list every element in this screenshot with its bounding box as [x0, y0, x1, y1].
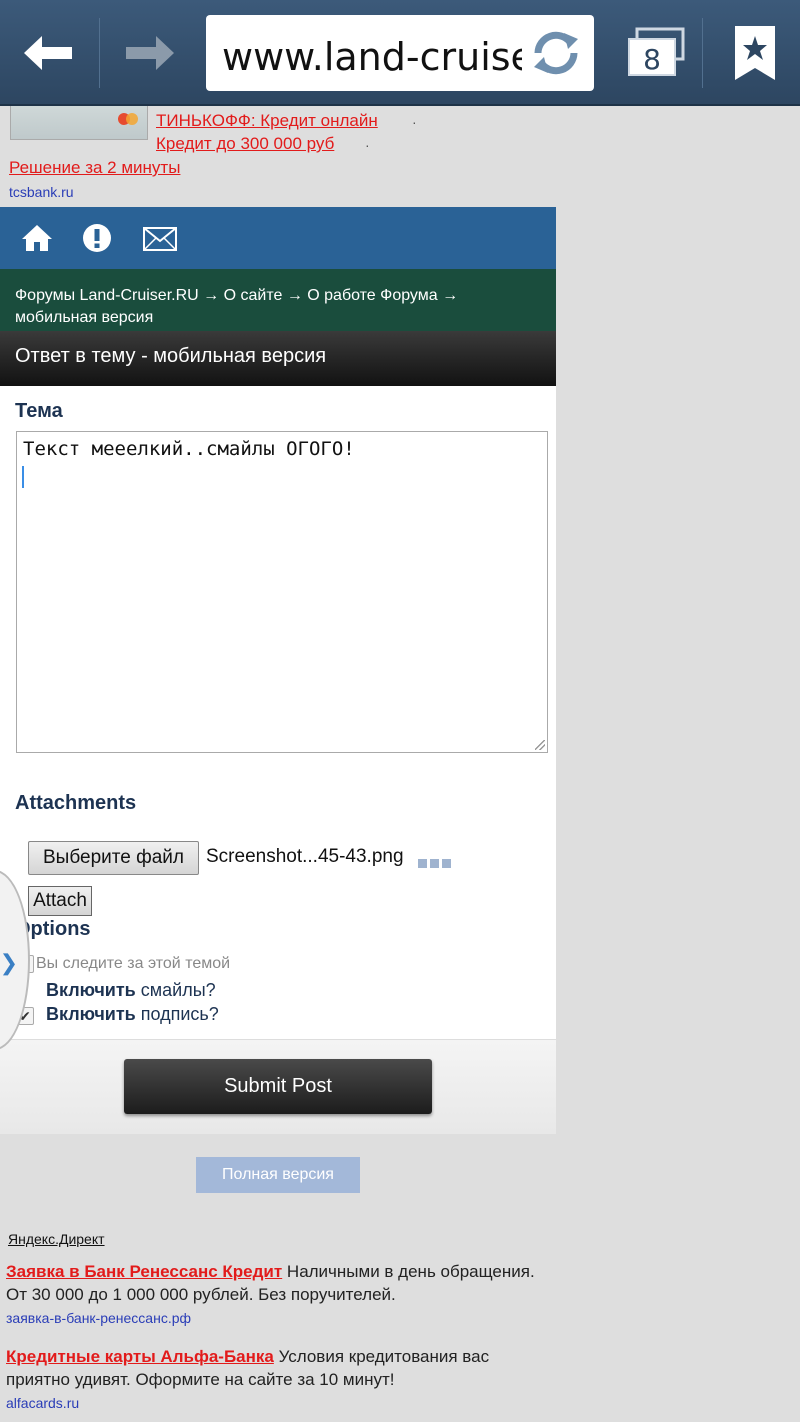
ad-credit-link[interactable]: Кредит до 300 000 руб [156, 134, 334, 154]
arrow-right-icon [126, 36, 174, 70]
chevron-right-icon: ❯ [0, 950, 18, 975]
mail-icon[interactable] [143, 227, 177, 251]
reload-icon[interactable] [528, 25, 584, 81]
ad-renaissance: Заявка в Банк Ренессанс Кредит Наличными… [6, 1260, 546, 1306]
tabs-button[interactable]: 8 [614, 0, 700, 106]
ad-decision-link[interactable]: Решение за 2 минуты [9, 158, 180, 178]
credit-card-image[interactable] [10, 106, 148, 140]
subject-label: Тема [15, 400, 63, 422]
smilies-option-label[interactable]: Включить смайлы? [46, 980, 216, 1001]
page-title: Ответ в тему - мобильная версия [0, 331, 556, 386]
selected-file-name: Screenshot...45-43.png [206, 846, 404, 867]
forward-button[interactable] [100, 0, 198, 106]
choose-file-button[interactable]: Выберите файл [28, 841, 199, 875]
forum-icon-bar [0, 207, 556, 269]
mastercard-icon [118, 113, 138, 125]
submit-area: Submit Post [0, 1039, 556, 1134]
ad-renaissance-title[interactable]: Заявка в Банк Ренессанс Кредит [6, 1262, 282, 1281]
url-text[interactable]: www.land-cruiser.ru [222, 35, 522, 79]
ad-tinkoff-link[interactable]: ТИНЬКОФФ: Кредит онлайн [156, 111, 378, 131]
browser-toolbar: www.land-cruiser.ru 8 [0, 0, 800, 106]
text-caret [22, 466, 24, 488]
bookmark-button[interactable] [710, 0, 800, 106]
attach-button[interactable]: Attach [28, 886, 92, 916]
loading-dots-icon [418, 859, 451, 868]
alert-icon[interactable] [82, 223, 112, 253]
submit-post-button[interactable]: Submit Post [124, 1059, 432, 1114]
resize-handle[interactable] [535, 740, 545, 750]
ad-domain-link[interactable]: tcsbank.ru [9, 184, 74, 200]
signature-option-label[interactable]: Включить подпись? [46, 1004, 219, 1025]
bookmark-star-icon [735, 26, 775, 80]
attachments-label: Attachments [15, 792, 137, 814]
ad-alfa-title[interactable]: Кредитные карты Альфа-Банка [6, 1347, 274, 1366]
message-text: Текст мееелкий..смайлы ОГОГО! [23, 438, 355, 460]
yandex-direct-link[interactable]: Яндекс.Директ [8, 1231, 105, 1247]
ad-alfa: Кредитные карты Альфа-Банка Условия кред… [6, 1345, 546, 1391]
svg-text:8: 8 [643, 43, 661, 76]
url-bar[interactable]: www.land-cruiser.ru [206, 15, 594, 91]
back-button[interactable] [0, 0, 98, 106]
home-icon[interactable] [22, 223, 52, 253]
ad-renaissance-url[interactable]: заявка-в-банк-ренессанс.рф [6, 1310, 191, 1326]
full-version-button[interactable]: Полная версия [196, 1157, 360, 1193]
forum-panel: Форумы Land-Cruiser.RU → О сайте → О раб… [0, 207, 556, 1134]
top-ad: ТИНЬКОФФ: Кредит онлайн · Кредит до 300 … [0, 106, 800, 206]
ad-alfa-url[interactable]: alfacards.ru [6, 1395, 79, 1411]
breadcrumb[interactable]: Форумы Land-Cruiser.RU → О сайте → О раб… [0, 269, 556, 331]
message-textarea[interactable]: Текст мееелкий..смайлы ОГОГО! [16, 431, 548, 753]
subscribed-label: Вы следите за этой темой [36, 955, 231, 972]
tabs-icon: 8 [628, 27, 685, 76]
arrow-left-icon [24, 36, 72, 70]
